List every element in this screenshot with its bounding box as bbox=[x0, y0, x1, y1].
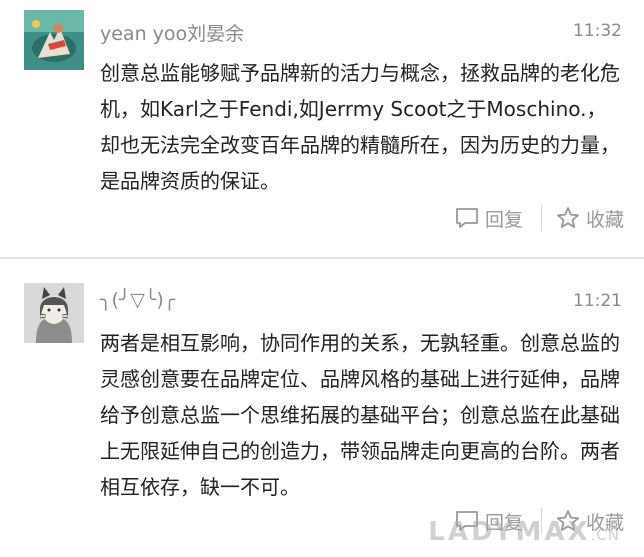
comment-bubble-icon bbox=[456, 208, 478, 228]
timestamp: 11:32 bbox=[573, 21, 622, 41]
avatar[interactable] bbox=[24, 283, 84, 343]
favorite-button[interactable]: 收藏 bbox=[556, 205, 624, 232]
comment-item: ╮(╯▽╰)╭ 11:21 两者是相互影响，协同作用的关系，无孰轻重。创意总监的… bbox=[0, 259, 644, 557]
timestamp: 11:21 bbox=[573, 291, 622, 311]
site-watermark: LADYMAX.CN bbox=[428, 517, 620, 547]
username[interactable]: ╮(╯▽╰)╭ bbox=[100, 289, 175, 311]
username[interactable]: yean yoo刘晏余 bbox=[100, 19, 244, 46]
star-icon bbox=[557, 207, 579, 228]
comment-item: yean yoo刘晏余 11:32 创意总监能够赋予品牌新的活力与概念，拯救品牌… bbox=[0, 0, 644, 258]
favorite-label: 收藏 bbox=[585, 208, 624, 231]
reply-label: 回复 bbox=[484, 208, 523, 231]
comment-text: 创意总监能够赋予品牌新的活力与概念，拯救品牌的老化危机，如Karl之于Fendi… bbox=[100, 61, 620, 193]
avatar[interactable] bbox=[24, 10, 84, 70]
reply-button[interactable]: 回复 bbox=[455, 205, 523, 232]
action-divider bbox=[540, 205, 542, 231]
watermark-main: LADYMAX bbox=[428, 517, 591, 547]
comment-actions: 回复 收藏 bbox=[455, 203, 624, 233]
watermark-suffix: .CN bbox=[590, 526, 620, 544]
comment-text: 两者是相互影响，协同作用的关系，无孰轻重。创意总监的灵感创意要在品牌定位、品牌风… bbox=[100, 331, 620, 499]
